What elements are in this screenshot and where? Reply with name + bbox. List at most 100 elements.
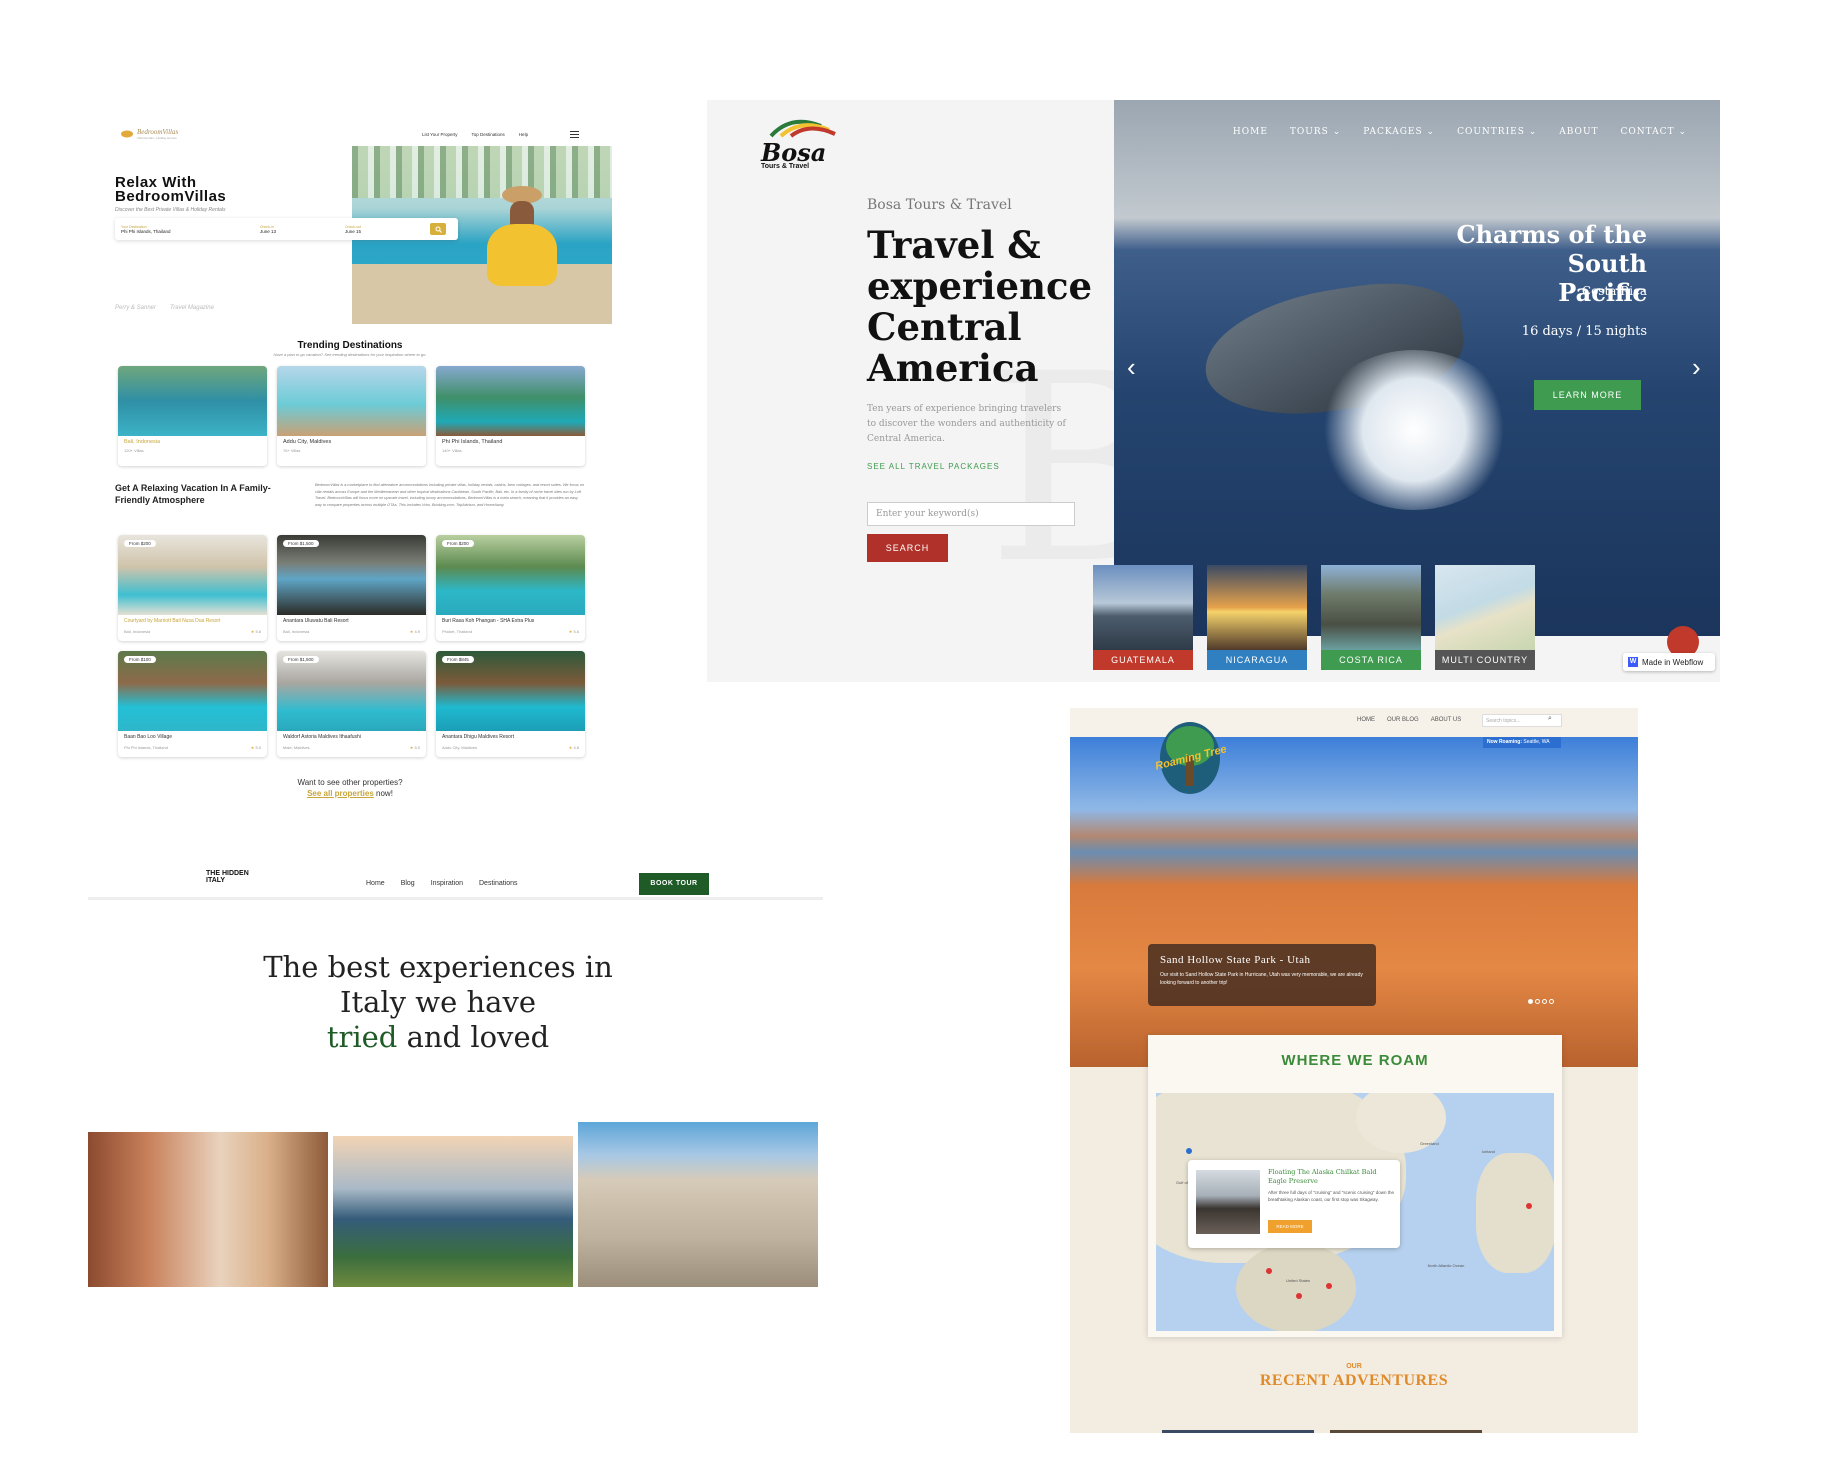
bosa-nav: HOME TOURS ⌄ PACKAGES ⌄ COUNTRIES ⌄ ABOU… — [1114, 127, 1720, 137]
hero-slider — [1114, 100, 1720, 636]
search-button[interactable]: SEARCH — [867, 534, 948, 562]
book-tour-button[interactable]: BOOK TOUR — [639, 873, 709, 895]
country-tile-guatemala[interactable]: GUATEMALA — [1093, 565, 1193, 670]
destination-card[interactable]: Bali, Indonesia 120+ Villas — [118, 366, 267, 466]
property-price: From $100 — [124, 656, 156, 663]
hidden-italy-site: THE HIDDEN ITALY Home Blog Inspiration D… — [88, 860, 823, 1290]
recent-adventures-title: RECENT ADVENTURES — [1259, 1372, 1449, 1389]
nav-home[interactable]: HOME — [1233, 127, 1268, 137]
nav-about-us[interactable]: ABOUT US — [1431, 717, 1462, 723]
map-pin-icon[interactable] — [1326, 1283, 1332, 1289]
bedroomvillas-logo[interactable]: BedroomVillas Villa Rentals • Holiday Ho… — [120, 128, 178, 140]
learn-more-button[interactable]: LEARN MORE — [1534, 380, 1641, 410]
property-rating: 5.0 — [255, 745, 261, 750]
slide-caption: Sand Hollow State Park - Utah Our visit … — [1148, 944, 1376, 1006]
about-title: Get A Relaxing Vacation In A Family-Frie… — [115, 483, 271, 505]
nav-contact[interactable]: CONTACT ⌄ — [1621, 127, 1687, 137]
search-icon[interactable]: ⌕ — [1548, 715, 1552, 723]
property-card[interactable]: From $200 Buri Rasa Koh Phangan - SHA Ext… — [436, 535, 585, 641]
map-label: Iceland — [1482, 1149, 1495, 1154]
roaming-tree-site: HOME OUR BLOG ABOUT US Search topics... … — [1070, 708, 1638, 1433]
country-image — [1435, 565, 1535, 650]
destination-field[interactable]: Your Destination Phi Phi Islands, Thaila… — [115, 225, 260, 234]
nav-packages-label: PACKAGES — [1363, 127, 1423, 137]
nav-help[interactable]: Help — [519, 132, 528, 137]
nav-top-destinations[interactable]: Top Destinations — [472, 132, 505, 137]
popup-title: Floating The Alaska Chilkat Bald Eagle P… — [1268, 1168, 1377, 1185]
map-pin-icon[interactable] — [1266, 1268, 1272, 1274]
country-tile-costa-rica[interactable]: COSTA RICA — [1321, 565, 1421, 670]
chevron-down-icon: ⌄ — [1426, 127, 1436, 137]
country-tile-nicaragua[interactable]: NICARAGUA — [1207, 565, 1307, 670]
nav-home[interactable]: HOME — [1357, 717, 1375, 723]
star-icon: ★ — [568, 629, 573, 634]
logo-tagline: Villa Rentals • Holiday Homes — [137, 136, 177, 140]
nav-inspiration[interactable]: Inspiration — [431, 880, 463, 887]
now-roaming-value: Seattle, WA — [1523, 739, 1550, 745]
roaming-tree-logo[interactable]: Roaming Tree — [1154, 716, 1228, 801]
nav-countries[interactable]: COUNTRIES ⌄ — [1457, 127, 1537, 137]
property-card[interactable]: From $1,500 Anantara Uluwatu Bali Resort B… — [277, 535, 426, 641]
chevron-left-icon[interactable]: ‹ — [1127, 352, 1136, 383]
property-card[interactable]: From $845 Anantara Dhigu Maldives Resort A… — [436, 651, 585, 757]
keyword-search-input[interactable]: Enter your keyword(s) — [867, 502, 1075, 526]
slider-dot[interactable] — [1528, 999, 1533, 1004]
map-pin-icon[interactable] — [1186, 1148, 1192, 1154]
slider-dot[interactable] — [1542, 999, 1547, 1004]
country-label: MULTI COUNTRY — [1435, 650, 1535, 670]
slider-dots — [1528, 999, 1554, 1004]
destination-card[interactable]: Phi Phi Islands, Thailand 140+ Villas — [436, 366, 585, 466]
intro-text: Ten years of experience bringing travele… — [867, 404, 1066, 444]
search-button[interactable] — [430, 223, 446, 235]
nav-destinations[interactable]: Destinations — [479, 880, 518, 887]
chevron-right-icon[interactable]: › — [1692, 352, 1701, 383]
see-all-packages-link[interactable]: SEE ALL TRAVEL PACKAGES — [867, 462, 1000, 471]
italy-photo-coast — [333, 1136, 573, 1287]
footer-suffix: now! — [376, 789, 393, 798]
map-pin-icon[interactable] — [1526, 1203, 1532, 1209]
slide-duration: 16 days / 15 nights — [1521, 324, 1647, 339]
country-tile-multi-country[interactable]: MULTI COUNTRY — [1435, 565, 1535, 670]
headline-line1: Travel & — [867, 223, 1041, 267]
nav-packages[interactable]: PACKAGES ⌄ — [1363, 127, 1435, 137]
property-image — [118, 651, 267, 731]
nav-our-blog[interactable]: OUR BLOG — [1387, 717, 1419, 723]
country-image — [1207, 565, 1307, 650]
nav-countries-label: COUNTRIES — [1457, 127, 1525, 137]
property-card[interactable]: From $200 Courtyard by Marriott Bali Nusa… — [118, 535, 267, 641]
nav-about[interactable]: ABOUT — [1559, 127, 1598, 137]
destination-card[interactable]: Addu City, Maldives 76+ Villas — [277, 366, 426, 466]
star-icon: ★ — [568, 745, 573, 750]
property-name: Courtyard by Marriott Bali Nusa Dua Reso… — [124, 618, 221, 624]
property-card[interactable]: From $100 Baan Bao Loo Village Phi Phi Isl… — [118, 651, 267, 757]
checkout-field[interactable]: Check-out June 15 — [345, 225, 430, 234]
slider-dot[interactable] — [1535, 999, 1540, 1004]
property-name: Anantara Uluwatu Bali Resort — [283, 618, 349, 624]
slide-title-line1: Charms of the South — [1456, 220, 1648, 278]
trending-subtitle: Have a plan to go vacation? See trending… — [273, 352, 427, 357]
adventure-card[interactable] — [1330, 1430, 1482, 1433]
checkin-field[interactable]: Check-in June 13 — [260, 225, 345, 234]
property-image — [277, 535, 426, 615]
map-pin-icon[interactable] — [1296, 1293, 1302, 1299]
nav-blog[interactable]: Blog — [401, 880, 415, 887]
nav-list-property[interactable]: List Your Property — [422, 132, 458, 137]
property-rating: 4.9 — [414, 629, 420, 634]
property-card[interactable]: From $1,500 Waldorf Astoria Maldives Itha… — [277, 651, 426, 757]
footer-question: Want to see other properties? — [297, 778, 403, 787]
see-all-properties-link[interactable]: See all properties — [307, 789, 374, 798]
hamburger-icon[interactable] — [570, 131, 579, 138]
property-name: Buri Rasa Koh Phangan - SHA Extra Plus — [442, 618, 535, 624]
slider-dot[interactable] — [1549, 999, 1554, 1004]
country-label: COSTA RICA — [1321, 650, 1421, 670]
logo-text: THE HIDDEN ITALY — [206, 870, 249, 884]
nav-home[interactable]: Home — [366, 880, 385, 887]
bosa-logo[interactable]: Bosa Tours & Travel — [761, 114, 851, 170]
nav-tours[interactable]: TOURS ⌄ — [1290, 127, 1341, 137]
hidden-italy-logo[interactable]: THE HIDDEN ITALY — [206, 870, 251, 884]
adventure-card[interactable] — [1162, 1430, 1314, 1433]
property-rating: 4.8 — [573, 745, 579, 750]
map-label: Greenland — [1420, 1141, 1439, 1146]
read-more-button[interactable]: READ MORE — [1268, 1220, 1312, 1233]
made-in-webflow-badge[interactable]: W Made in Webflow — [1623, 653, 1715, 671]
